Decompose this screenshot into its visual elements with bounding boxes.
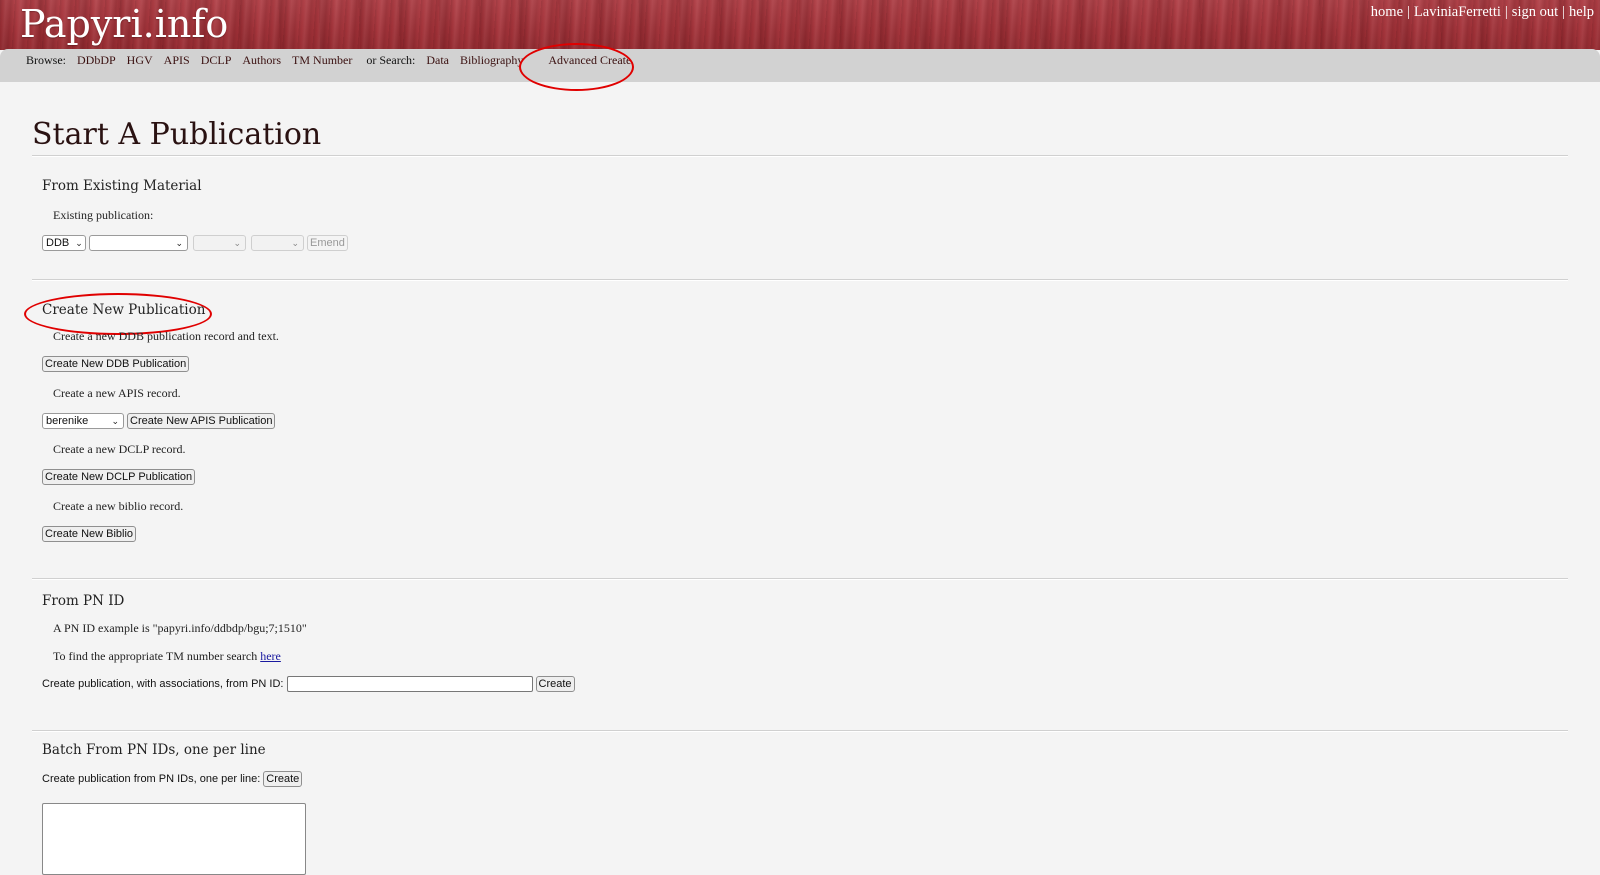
- user-profile-link[interactable]: LaviniaFerretti: [1414, 4, 1501, 20]
- nav-dclp[interactable]: DCLP: [201, 53, 232, 67]
- nav-data[interactable]: Data: [426, 53, 449, 67]
- separator: |: [1562, 4, 1566, 20]
- pn-id-create-button[interactable]: Create: [535, 676, 575, 692]
- batch-pn-ids-textarea[interactable]: [42, 803, 306, 875]
- nav-apis[interactable]: APIS: [164, 53, 190, 67]
- site-logo[interactable]: Papyri.info: [20, 2, 228, 46]
- volume-select[interactable]: ⌄: [89, 235, 188, 251]
- existing-heading: From Existing Material: [42, 178, 202, 194]
- separator: |: [1504, 4, 1508, 20]
- sign-out-link[interactable]: sign out: [1512, 4, 1558, 20]
- create-ddb-button[interactable]: Create New DDB Publication: [42, 356, 190, 372]
- apis-collection-value: berenike: [46, 415, 89, 427]
- divider: [32, 155, 1568, 157]
- create-dclp-button[interactable]: Create New DCLP Publication: [42, 469, 196, 485]
- nav-bar: Browse: DDbDP HGV APIS DCLP Authors TM Number o…: [0, 49, 1600, 82]
- main-nav: Browse: DDbDP HGV APIS DCLP Authors TM Number o…: [26, 53, 642, 68]
- divider: [32, 578, 1568, 580]
- nav-tm-number[interactable]: TM Number: [292, 53, 352, 67]
- user-links: home | LaviniaFerretti | sign out | help: [1371, 4, 1594, 21]
- nav-hgv[interactable]: HGV: [127, 53, 153, 67]
- ddb-row: Create New DDB Publication: [42, 356, 190, 372]
- batch-field-label: Create publication from PN IDs, one per …: [42, 773, 261, 785]
- collection-select[interactable]: DDB ⌄: [42, 235, 86, 251]
- create-apis-button[interactable]: Create New APIS Publication: [127, 413, 276, 429]
- pn-id-field-label: Create publication, with associations, f…: [42, 678, 284, 690]
- extra-select[interactable]: ⌄: [251, 235, 304, 251]
- search-label: or Search:: [366, 53, 416, 67]
- chevron-down-icon: ⌄: [75, 237, 83, 248]
- site-header: Papyri.info home | LaviniaFerretti | sign ou…: [0, 0, 1600, 50]
- apis-description: Create a new APIS record.: [53, 386, 181, 400]
- chevron-down-icon: ⌄: [111, 415, 119, 426]
- pn-id-input[interactable]: [286, 676, 533, 692]
- batch-row: Create publication from PN IDs, one per …: [42, 771, 303, 787]
- create-biblio-button[interactable]: Create New Biblio: [42, 526, 137, 542]
- pn-id-example: A PN ID example is "papyri.info/ddbdp/bg…: [53, 621, 307, 635]
- apis-collection-select[interactable]: berenike ⌄: [42, 413, 124, 429]
- existing-controls: DDB ⌄ ⌄ ⌄ ⌄ Emend: [42, 235, 348, 251]
- tm-search-link[interactable]: here: [260, 649, 281, 663]
- dclp-row: Create New DCLP Publication: [42, 469, 196, 485]
- document-select[interactable]: ⌄: [193, 235, 246, 251]
- divider: [32, 279, 1568, 281]
- collection-value: DDB: [46, 237, 70, 249]
- nav-authors[interactable]: Authors: [242, 53, 281, 67]
- tm-search-label: To find the appropriate TM number search: [53, 649, 258, 663]
- page-title: Start A Publication: [32, 117, 322, 152]
- chevron-down-icon: ⌄: [175, 237, 183, 248]
- separator: |: [1407, 4, 1410, 20]
- existing-label: Existing publication:: [53, 208, 154, 222]
- biblio-row: Create New Biblio: [42, 526, 137, 542]
- apis-row: berenike ⌄ Create New APIS Publication: [42, 413, 276, 429]
- tm-search-text: To find the appropriate TM number search…: [53, 649, 281, 664]
- emend-button[interactable]: Emend: [307, 235, 348, 251]
- help-link[interactable]: help: [1569, 4, 1594, 20]
- nav-bibliography[interactable]: Bibliography: [460, 53, 523, 67]
- browse-label: Browse:: [26, 53, 66, 67]
- dclp-description: Create a new DCLP record.: [53, 442, 186, 456]
- chevron-down-icon: ⌄: [233, 237, 241, 248]
- pn-id-row: Create publication, with associations, f…: [42, 676, 575, 692]
- ddb-description: Create a new DDB publication record and …: [53, 329, 279, 343]
- home-link[interactable]: home: [1371, 4, 1403, 20]
- nav-advanced-create[interactable]: Advanced Create: [548, 53, 631, 67]
- batch-heading: Batch From PN IDs, one per line: [42, 742, 266, 758]
- chevron-down-icon: ⌄: [291, 237, 299, 248]
- divider: [32, 730, 1568, 732]
- pn-id-heading: From PN ID: [42, 593, 125, 609]
- nav-ddbdp[interactable]: DDbDP: [77, 53, 116, 67]
- biblio-description: Create a new biblio record.: [53, 499, 184, 513]
- batch-create-button[interactable]: Create: [263, 771, 303, 787]
- create-new-heading: Create New Publication: [42, 302, 206, 318]
